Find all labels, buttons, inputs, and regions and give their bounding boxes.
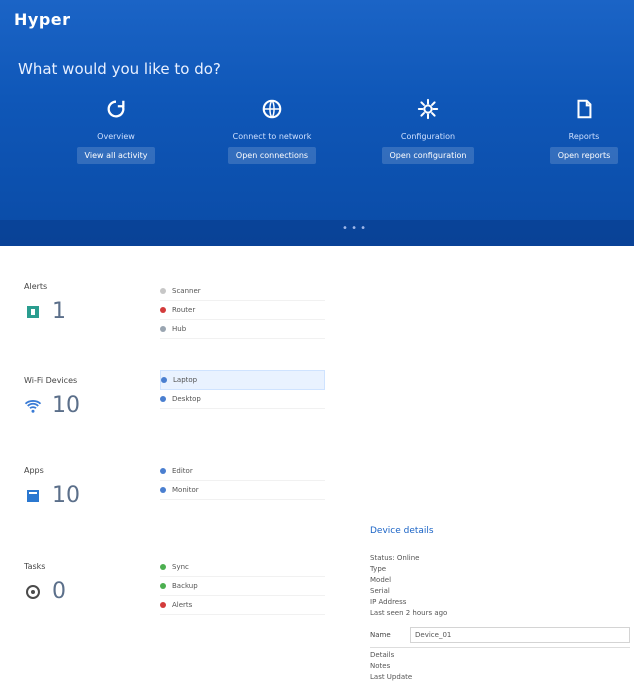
detail-row: Notes [370,662,391,670]
hero-tile[interactable]: Overview View all activity [42,96,190,196]
stat-label: Alerts [24,282,48,291]
tile-title: Overview [97,132,135,141]
list-item-text: Editor [172,467,193,475]
name-input[interactable]: Device_01 [410,627,630,643]
list-item-text: Router [172,306,196,314]
tile-link[interactable]: Open configuration [381,147,475,164]
stat-label: Tasks [24,562,46,571]
list-item-text: Alerts [172,601,193,609]
stat-number: 1 [52,299,66,324]
status-dot [161,377,167,383]
list-item[interactable]: Monitor [160,481,325,500]
list-item-text: Scanner [172,287,201,295]
tile-title: Connect to network [232,132,312,141]
list-item[interactable]: Alerts [160,596,325,615]
status-dot [160,288,166,294]
dashboard-panel: Alerts 1 Wi-Fi Devices 10 Apps 10 Tasks [0,246,634,681]
status-dot [160,583,166,589]
name-input-value: Device_01 [415,631,452,639]
list-item-text: Backup [172,582,198,590]
status-dot [160,487,166,493]
stat-label: Apps [24,466,44,475]
stat-number: 10 [52,483,80,508]
hero-footer-strip [0,220,634,246]
list-item-text: Desktop [172,395,201,403]
detail-row: Details [370,651,395,659]
list-item-text: Laptop [173,376,198,384]
hero-tiles: Overview View all activity Connect to ne… [42,96,634,196]
list-item[interactable]: Backup [160,577,325,596]
list-item[interactable]: Editor [160,462,325,481]
hero-tile[interactable]: Reports Open reports [510,96,634,196]
name-input-row: Name Device_01 [370,627,630,648]
list-item[interactable]: Desktop [160,390,325,409]
task-icon [24,583,42,601]
list-item[interactable]: Hub [160,320,325,339]
list-item-text: Monitor [172,486,199,494]
detail-row: Type [370,565,387,573]
list-item[interactable]: Laptop [160,370,325,390]
list-item[interactable]: Sync [160,558,325,577]
list-item[interactable]: Scanner [160,282,325,301]
detail-row: Last Update [370,673,413,681]
detail-row: IP Address [370,598,407,606]
detail-row: Model [370,576,392,584]
detail-row: Serial [370,587,390,595]
list-wifi: Laptop Desktop [160,370,325,409]
app-icon [24,487,42,505]
stat-number: 10 [52,393,80,418]
stat-value-row: 0 [24,579,144,604]
list-item[interactable]: Router [160,301,325,320]
alert-icon [24,303,42,321]
list-item-text: Sync [172,563,189,571]
list-apps: Editor Monitor [160,462,325,500]
app-title: Hyper [14,10,71,29]
input-label: Name [370,631,391,639]
stat-number: 0 [52,579,66,604]
wifi-icon [24,397,42,415]
detail-row: Status: Online [370,554,420,562]
status-dot [160,564,166,570]
list-alerts: Scanner Router Hub [160,282,325,339]
stat-value-row: 10 [24,393,144,418]
details-title: Device details [370,526,434,536]
list-tasks: Sync Backup Alerts [160,558,325,615]
status-dot [160,602,166,608]
details-pane: Device details Status: Online Type Model… [370,526,630,684]
status-dot [160,326,166,332]
carousel-dots[interactable]: • • • [342,223,366,234]
tagline: What would you like to do? [18,60,221,78]
status-dot [160,468,166,474]
stat-value-row: 10 [24,483,144,508]
tile-link[interactable]: Open connections [227,147,317,164]
detail-row: Last seen 2 hours ago [370,609,448,617]
tile-title: Configuration [400,132,456,141]
hero-banner: Hyper What would you like to do? Overvie… [0,0,634,246]
stat-tasks[interactable]: Tasks 0 [24,562,144,604]
document-icon [571,96,597,122]
stat-apps[interactable]: Apps 10 [24,466,144,508]
tile-title: Reports [568,132,600,141]
stat-label: Wi-Fi Devices [24,376,78,385]
stat-value-row: 1 [24,299,144,324]
refresh-icon [103,96,129,122]
status-dot [160,307,166,313]
hero-tile[interactable]: Configuration Open configuration [354,96,502,196]
tile-link[interactable]: Open reports [549,147,619,164]
stat-wifi[interactable]: Wi-Fi Devices 10 [24,376,144,418]
status-dot [160,396,166,402]
settings-icon [415,96,441,122]
list-item-text: Hub [172,325,187,333]
stat-alerts[interactable]: Alerts 1 [24,282,144,324]
tile-link[interactable]: View all activity [76,147,156,164]
hero-tile[interactable]: Connect to network Open connections [198,96,346,196]
globe-icon [259,96,285,122]
